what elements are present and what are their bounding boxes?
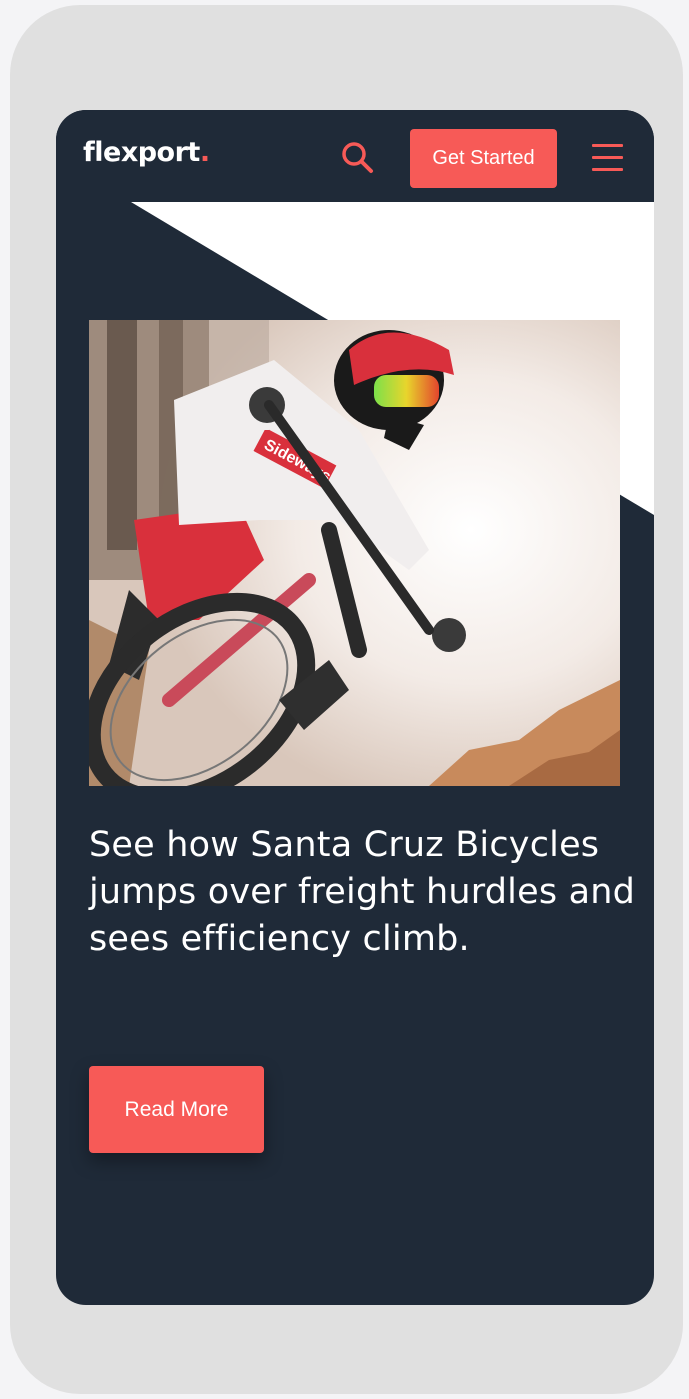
logo-text: flexport [83, 137, 200, 168]
read-more-button[interactable]: Read More [89, 1066, 264, 1153]
search-button[interactable] [340, 140, 376, 176]
hero-photo: Sideways [89, 320, 620, 786]
logo-dot: . [199, 137, 210, 168]
phone-frame: flexport. Get Started Sideways See how S… [10, 5, 683, 1394]
get-started-button[interactable]: Get Started [410, 129, 557, 188]
menu-line-bottom [592, 168, 623, 171]
menu-line-top [592, 144, 623, 147]
hamburger-menu-icon[interactable] [592, 144, 623, 172]
phone-screen: flexport. Get Started Sideways See how S… [56, 110, 654, 1305]
top-navbar: flexport. Get Started [56, 110, 654, 202]
menu-line-middle [592, 156, 623, 159]
hero-headline: See how Santa Cruz Bicycles jumps over f… [89, 825, 636, 959]
flexport-logo[interactable]: flexport. [83, 137, 210, 168]
mountain-bike-rider-photo: Sideways [89, 320, 620, 786]
search-icon [342, 142, 373, 173]
